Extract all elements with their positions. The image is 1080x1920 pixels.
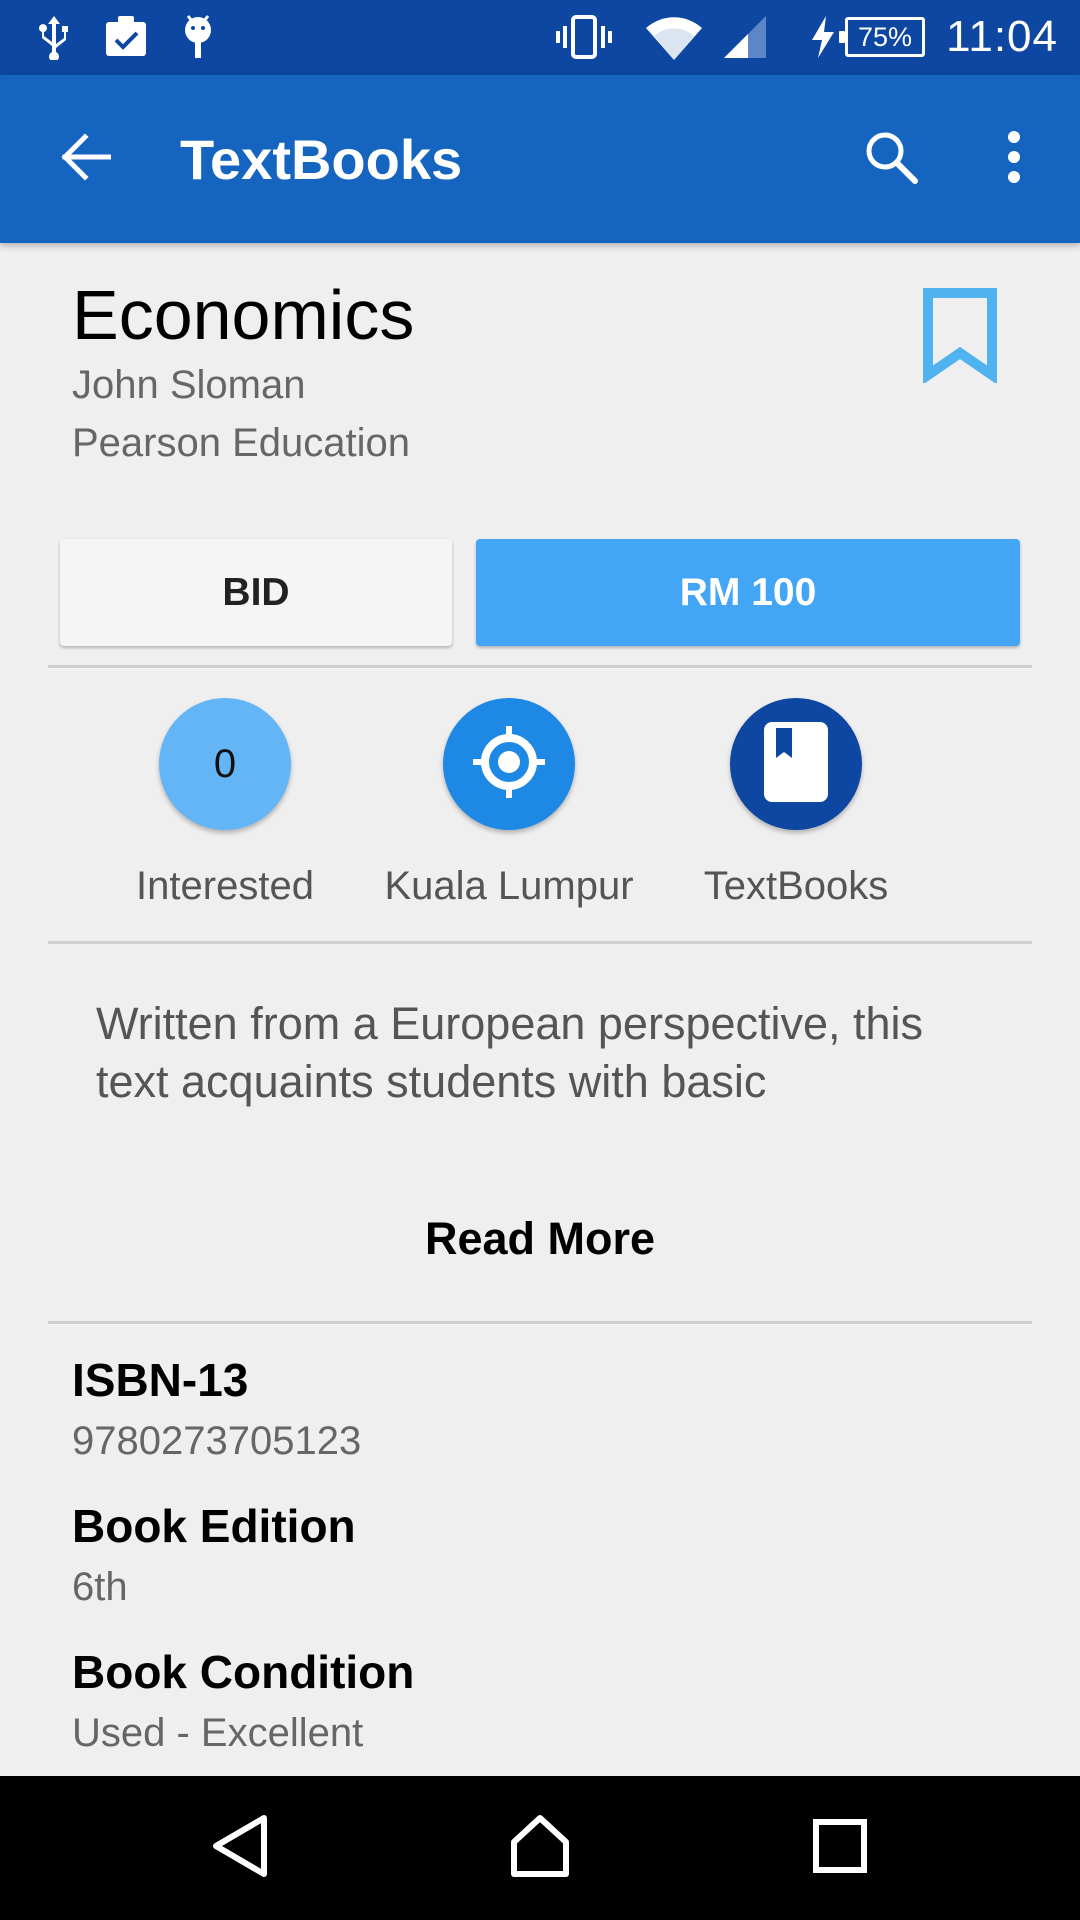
charging-icon	[810, 14, 836, 65]
usb-icon	[36, 14, 72, 65]
book-author: John Sloman	[72, 363, 306, 407]
nav-home-icon	[508, 1814, 572, 1883]
nav-recents-icon	[812, 1818, 868, 1879]
location-target-icon	[471, 724, 547, 805]
divider	[48, 665, 1032, 668]
overflow-menu-button[interactable]	[972, 119, 1056, 199]
book-title: Economics	[72, 276, 415, 354]
edition-label: Book Edition	[72, 1500, 356, 1552]
nav-back-button[interactable]	[150, 1776, 330, 1920]
bid-button[interactable]: BID	[60, 539, 452, 646]
isbn-value: 9780273705123	[72, 1419, 362, 1463]
nav-home-button[interactable]	[450, 1776, 630, 1920]
bookmark-button[interactable]	[918, 287, 1002, 385]
overflow-menu-icon	[1006, 130, 1022, 188]
location-badge	[443, 698, 575, 830]
divider	[48, 941, 1032, 944]
condition-value: Used - Excellent	[72, 1711, 364, 1755]
interested-count-badge: 0	[159, 698, 291, 830]
search-button[interactable]	[846, 119, 936, 199]
condition-label: Book Condition	[72, 1646, 415, 1698]
nav-recents-button[interactable]	[750, 1776, 930, 1920]
back-button[interactable]	[40, 119, 130, 199]
category-badge	[730, 698, 862, 830]
book-description: Written from a European perspective, thi…	[96, 998, 924, 1107]
vibrate-icon	[556, 14, 612, 65]
search-icon	[863, 129, 919, 190]
clock: 11:04	[946, 12, 1058, 61]
nav-back-icon	[210, 1814, 270, 1883]
status-bar: 75% 11:04	[0, 0, 1080, 75]
book-icon	[762, 720, 830, 809]
location-label: Kuala Lumpur	[384, 864, 634, 908]
app-bar: TextBooks	[0, 75, 1080, 243]
isbn-label: ISBN-13	[72, 1354, 249, 1406]
wifi-icon	[644, 14, 704, 67]
interested-stat[interactable]: 0 Interested	[85, 698, 365, 909]
back-arrow-icon	[59, 132, 112, 186]
book-detail: Economics John Sloman Pearson Education …	[0, 243, 1080, 1776]
book-publisher: Pearson Education	[72, 421, 411, 465]
page-title: TextBooks	[180, 128, 463, 191]
bookmark-icon	[918, 288, 1002, 387]
battery-icon: 75%	[839, 17, 925, 57]
android-debug-icon	[180, 14, 216, 65]
price-button[interactable]: RM 100	[476, 539, 1020, 646]
category-label: TextBooks	[703, 864, 889, 908]
clipboard-check-icon	[104, 14, 148, 63]
interested-label: Interested	[136, 864, 314, 908]
category-stat[interactable]: TextBooks	[656, 698, 936, 909]
navigation-bar	[0, 1776, 1080, 1920]
read-more-button[interactable]: Read More	[0, 1213, 1080, 1265]
edition-value: 6th	[72, 1565, 128, 1609]
signal-icon	[722, 14, 768, 65]
interested-count: 0	[213, 741, 237, 786]
divider	[48, 1321, 1032, 1324]
location-stat[interactable]: Kuala Lumpur	[369, 698, 649, 909]
